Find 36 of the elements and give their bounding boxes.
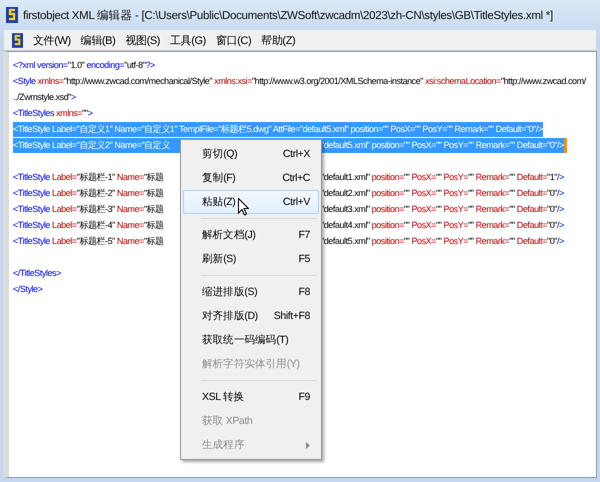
code-line: "default2.xml" position="" PosX="" PosY="" Remark="" Default="0"/> <box>321 187 564 200</box>
code-line: <TitleStyle Label="标题栏-1" Name="标题 <box>13 170 164 184</box>
code-line: <TitleStyle Label="标题栏-5" Name="标题 <box>13 234 164 248</box>
menu-item[interactable]: 剪切(Q) Ctrl+X <box>183 142 319 166</box>
code-line: "default1.xml" position="" PosX="" PosY="" Remark="" Default="1"/> <box>321 171 564 184</box>
code-line: "default3.xml" position="" PosX="" PosY="" Remark="" Default="0"/> <box>321 203 564 216</box>
code-line: <?xml version="1.0" encoding="utf-8"?> <box>13 59 155 72</box>
xml-editor[interactable] <box>3 51 597 478</box>
app-icon <box>6 7 18 23</box>
menu-item[interactable]: 视图(S) <box>125 32 160 48</box>
app-icon[interactable] <box>12 32 23 48</box>
code-line: <Style xmlns="http://www.zwcad.com/mechanical/Style" xmlns:xsi="http://www.w3.org/2001/XMLSchema-instance" xsi:schemaLocation="http://www.zwcad.com/ <box>13 75 586 88</box>
code-line: <TitleStyle Label="标题栏-2" Name="标题 <box>13 186 164 200</box>
menu-item[interactable]: 工具(G) <box>170 32 206 48</box>
mouse-cursor-icon <box>238 198 249 216</box>
menu-item[interactable]: 粘贴(Z) Ctrl+V <box>183 190 319 214</box>
code-line: ../Zwmstyle.xsd"> <box>13 91 76 104</box>
menu-item[interactable]: 对齐排版(D) Shift+F8 <box>183 304 319 328</box>
menu-item[interactable]: 编辑(B) <box>80 32 116 48</box>
code-line: <TitleStyles xmlns=""> <box>13 107 92 120</box>
code-line: <TitleStyle Label="标题栏-3" Name="标题 <box>13 202 164 216</box>
code-line: "default4.xml" position="" PosX="" PosY="" Remark="" Default="0"/> <box>321 219 564 232</box>
menu-item[interactable]: 获取统一码编码(T) <box>183 328 319 352</box>
menu-item[interactable]: 窗口(C) <box>216 32 252 48</box>
menu-item[interactable]: 缩进排版(S) F8 <box>183 280 319 304</box>
code-line: </TitleStyles> <box>13 267 61 280</box>
code-line: </Style> <box>13 283 42 296</box>
menu-item[interactable]: XSL 转换 F9 <box>183 385 319 409</box>
menu-item[interactable]: 复制(F) Ctrl+C <box>183 166 319 190</box>
window-title: firstobject XML 编辑器 - [C:\Users\Public\Documents\ZWSoft\zwcadm\2023\zh-CN\styles\GB\TitleStyles.xml *] <box>23 8 553 22</box>
menu-item[interactable]: 文件(W) <box>33 32 71 48</box>
menu-item[interactable]: 帮助(Z) <box>261 32 296 48</box>
code-line: <TitleStyle Label="标题栏-4" Name="标题 <box>13 218 164 232</box>
code-line: "default5.xml" position="" PosX="" PosY="" Remark="" Default="0"/> <box>321 235 564 248</box>
menu-item[interactable]: 解析文档(J) F7 <box>183 223 319 247</box>
menu-item[interactable]: 刷新(S) F5 <box>183 247 319 271</box>
